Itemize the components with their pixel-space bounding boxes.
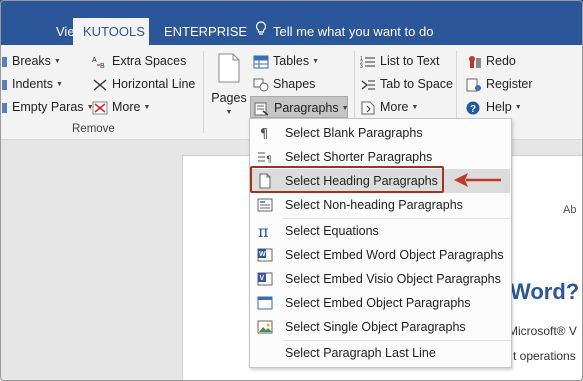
svg-text:?: ? [470,104,476,115]
highlight-box [250,166,444,193]
shapes-label: Shapes [273,77,316,91]
menu-item-select-embed-object-paragraphs[interactable]: Select Embed Object Paragraphs [251,291,510,315]
empty-paras-label: Empty Paras [12,100,84,114]
list-to-text-button[interactable]: 1 2 3 List to Text [360,50,440,72]
tables-button[interactable]: Tables ▼ [253,50,319,72]
group-separator [203,51,204,133]
paragraphs-label: Paragraphs [274,101,339,115]
picture-icon [257,319,273,335]
indents-button[interactable]: Indents ▼ [2,73,63,95]
pilcrow-icon: ¶ [257,125,273,142]
menu-item-label: Select Equations [285,224,379,238]
remove-group-label: Remove [72,123,115,135]
help-button[interactable]: ? Help ▼ [466,96,522,118]
lightbulb-icon [255,18,267,45]
doc-text-operations: t operations [513,349,576,363]
text-more-icon [360,100,376,115]
menu-item-select-embed-word-object-paragraphs[interactable]: W Select Embed Word Object Paragraphs [251,243,510,267]
register-button[interactable]: Register [466,73,533,95]
breaks-button[interactable]: Breaks ▼ [2,50,61,72]
extra-spaces-icon: AB [92,54,108,70]
menu-item-label: Select Embed Visio Object Paragraphs [285,272,501,286]
svg-text:¶: ¶ [260,127,268,141]
menu-item-select-single-object-paragraphs[interactable]: Select Single Object Paragraphs [251,315,510,339]
tell-me-search[interactable]: Tell me what you want to do [255,18,433,45]
svg-text:π: π [258,223,269,239]
tab-to-space-icon [360,77,376,91]
shapes-button[interactable]: Shapes [253,73,315,95]
svg-text:W: W [259,251,266,258]
empty-paras-button[interactable]: Empty Paras ▼ [2,96,94,118]
svg-text:B: B [100,63,105,69]
paragraphs-button[interactable]: Paragraphs ▼ [250,96,349,118]
menu-item-select-blank-paragraphs[interactable]: ¶ Select Blank Paragraphs [251,121,510,145]
horizontal-line-icon [92,77,108,91]
empty-paras-icon [2,100,8,114]
short-para-icon: ¶ [257,149,273,165]
list-icon: 123 [360,54,376,70]
menu-item-label: Select Blank Paragraphs [285,126,423,140]
register-icon [466,77,482,92]
more-text-button[interactable]: More ▼ [360,96,418,118]
remove-more-icon [92,100,108,115]
menu-item-select-embed-visio-object-paragraphs[interactable]: V Select Embed Visio Object Paragraphs [251,267,510,291]
callout-arrow-icon [452,170,502,190]
embed-object-icon [257,295,273,311]
page-icon [217,53,241,83]
breaks-label: Breaks [12,54,51,68]
menu-item-select-equations[interactable]: π Select Equations [251,219,510,243]
word-object-icon: W [257,247,273,263]
svg-text:A: A [92,57,97,64]
menu-item-label: Select Non-heading Paragraphs [285,198,463,212]
pages-button[interactable]: Pages ▼ [210,51,248,121]
svg-text:¶: ¶ [266,155,272,165]
more-text-label: More [380,100,409,114]
redo-icon [466,54,482,68]
pi-icon: π [257,222,273,241]
tab-to-space-label: Tab to Space [380,77,453,91]
table-icon [253,54,269,69]
register-label: Register [486,77,533,91]
doc-heading: Word? [510,279,580,304]
menu-item-select-paragraph-last-line[interactable]: Select Paragraph Last Line [251,341,510,365]
svg-text:V: V [260,275,265,282]
help-label: Help [486,100,512,114]
tab-to-space-button[interactable]: Tab to Space [360,73,453,95]
visio-object-icon: V [257,271,273,287]
shapes-icon [253,77,269,92]
menu-item-label: Select Embed Word Object Paragraphs [285,248,504,262]
redo-label: Redo [486,54,516,68]
extra-spaces-label: Extra Spaces [112,54,187,68]
redo-button[interactable]: Redo [466,50,516,72]
breaks-icon [2,54,8,68]
more-remove-label: More [112,100,141,114]
paragraphs-dropdown-menu: ¶ Select Blank Paragraphs ¶ Select Short… [249,118,512,368]
list-to-text-label: List to Text [380,54,440,68]
tab-kutools[interactable]: KUTOOLS [73,18,149,45]
indents-label: Indents [12,77,54,91]
paragraphs-icon [254,101,270,116]
pages-label: Pages [211,91,247,105]
ribbon-tab-bar: View KUTOOLS ENTERPRISE Tell me what you… [0,0,583,45]
tab-enterprise[interactable]: ENTERPRISE [154,18,257,45]
horizontal-line-label: Horizontal Line [112,77,196,91]
help-icon: ? [466,100,482,115]
extra-spaces-button[interactable]: A B Extra Spaces [92,50,186,72]
horizontal-line-button[interactable]: Horizontal Line [92,73,195,95]
menu-item-label: Select Single Object Paragraphs [285,320,466,334]
more-remove-button[interactable]: More ▼ [92,96,150,118]
non-heading-icon [257,197,273,213]
menu-item-select-non-heading-paragraphs[interactable]: Select Non-heading Paragraphs [251,193,510,217]
menu-item-label: Select Paragraph Last Line [285,346,436,360]
svg-text:3: 3 [360,64,363,69]
indents-icon [2,77,8,91]
menu-item-label: Select Embed Object Paragraphs [285,296,471,310]
tables-label: Tables [273,54,310,68]
tell-me-text: Tell me what you want to do [273,24,434,39]
doc-text-ab: Ab [563,204,577,216]
doc-text-microsoft: Microsoft® V [508,324,577,338]
